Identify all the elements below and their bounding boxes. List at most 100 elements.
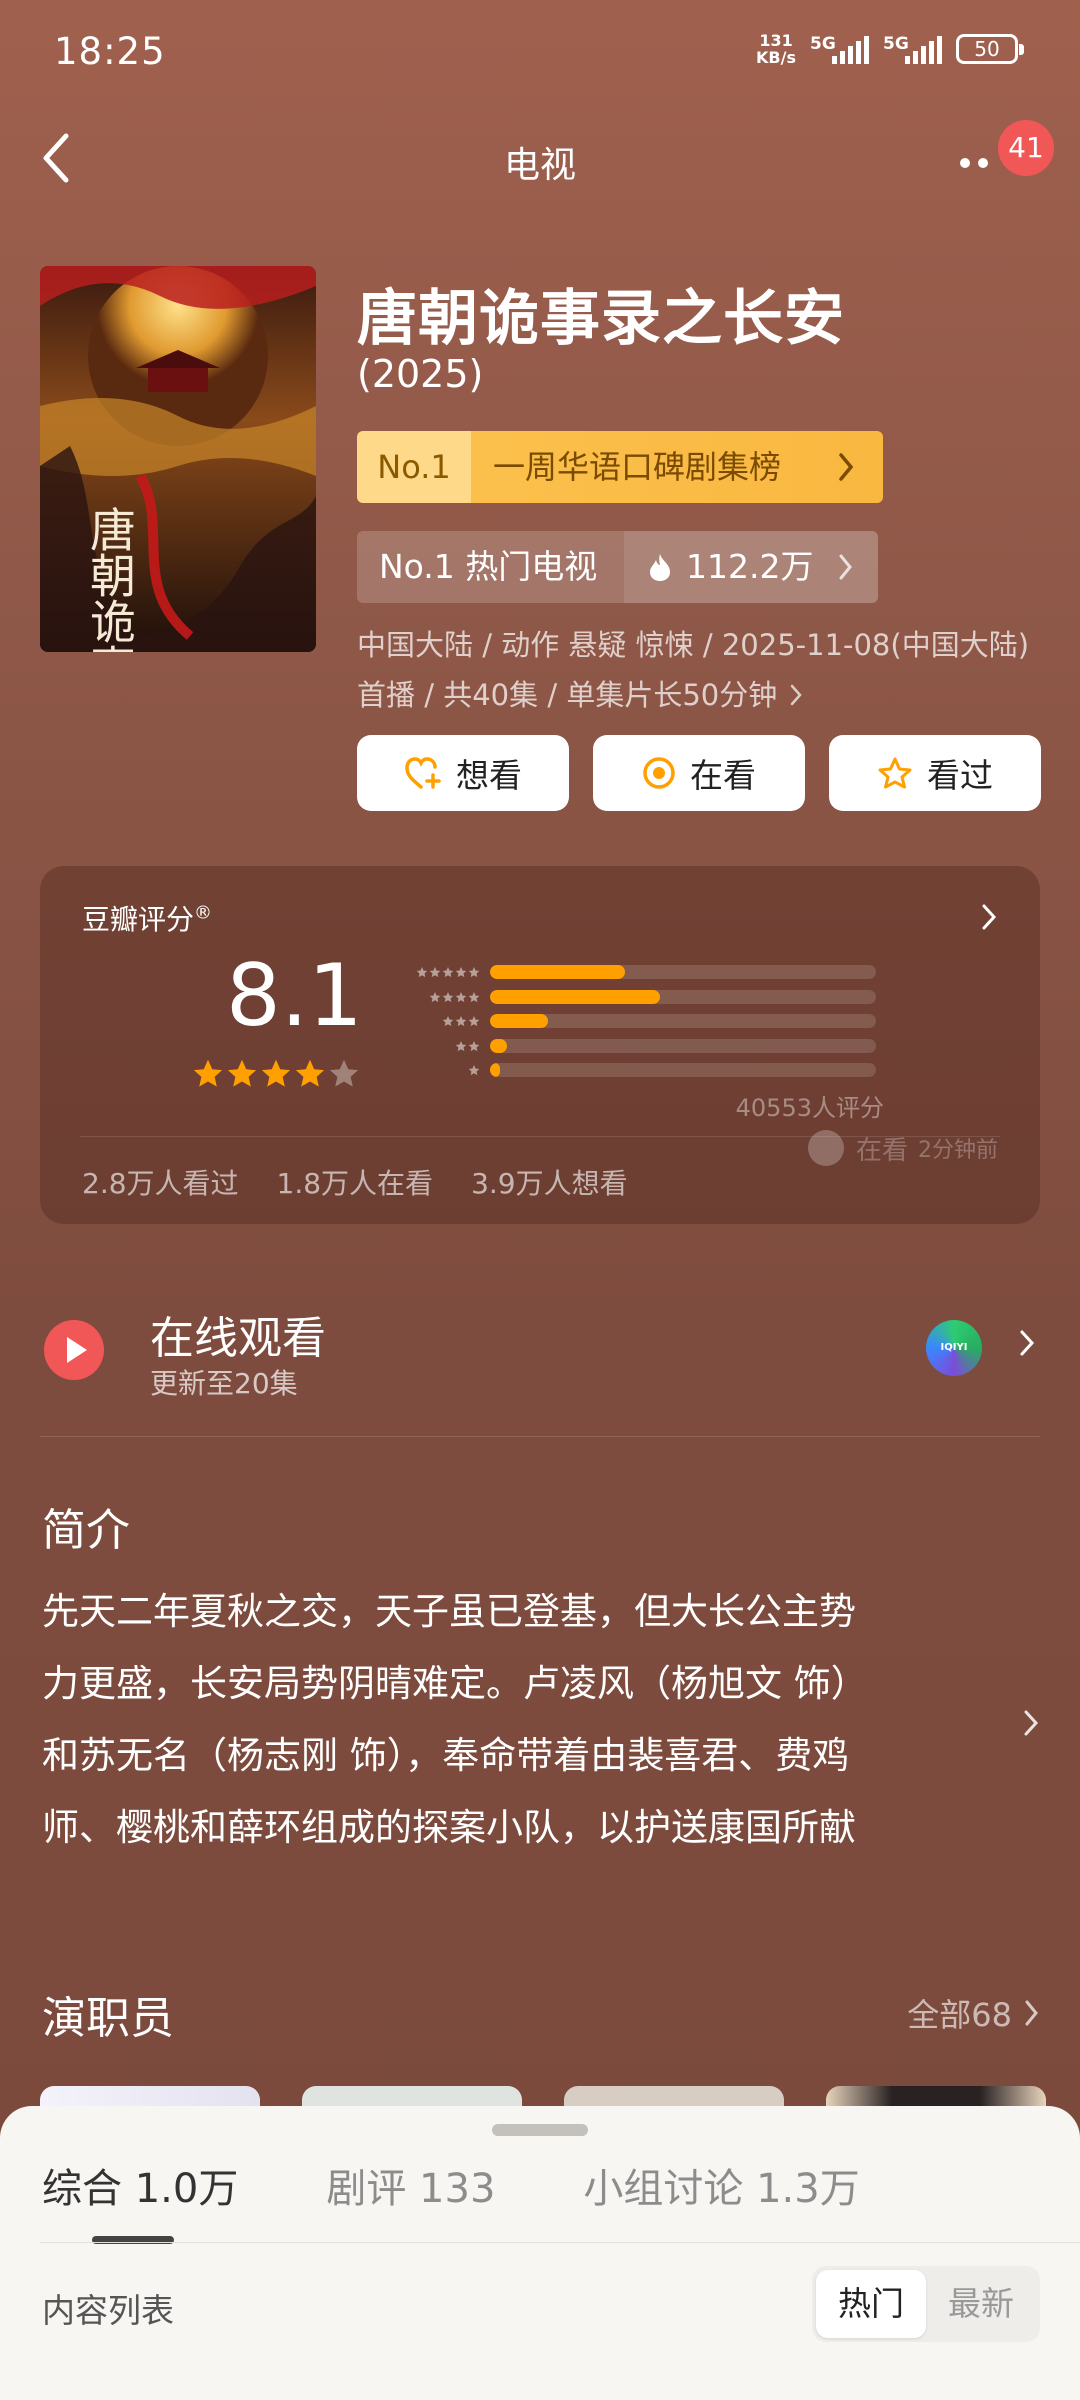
rating-card[interactable]: 豆瓣评分® 8.1 40553人评分 在看 2分钟前 2.8万人看过 1.8万人…	[40, 866, 1040, 1224]
rating-label: 豆瓣评分®	[82, 902, 213, 936]
star-small-icon	[455, 991, 467, 1002]
status-icons: 131 KB/s 5G 5G 50	[756, 31, 1024, 67]
net-speed: 131 KB/s	[756, 31, 796, 67]
rating-dist-row	[392, 985, 876, 1010]
rating-dist-row	[392, 1058, 876, 1083]
dist-bar	[490, 1014, 548, 1029]
movie-meta[interactable]: 中国大陆 / 动作 悬疑 惊悚 / 2025-11-08(中国大陆) 首播 / …	[357, 620, 1057, 720]
intro-title: 简介	[42, 1505, 130, 1556]
sort-toggle: 热门 最新	[812, 2266, 1040, 2342]
online-watch-subtitle: 更新至20集	[150, 1367, 298, 1400]
dist-stars	[392, 1064, 490, 1076]
drag-handle[interactable]	[492, 2124, 588, 2136]
status-time: 18:25	[54, 30, 166, 73]
star-small-icon	[429, 967, 441, 978]
want-to-watch-button[interactable]: 想看	[357, 735, 569, 811]
sort-hot-option[interactable]: 热门	[816, 2270, 926, 2338]
poster-image[interactable]: 唐朝诡事录	[40, 266, 316, 652]
rating-dist-row	[392, 1034, 876, 1059]
online-watch-row[interactable]: 在线观看 更新至20集 IQIYI	[40, 1290, 1040, 1430]
sort-new-option[interactable]: 最新	[926, 2270, 1036, 2338]
star-filled-icon	[295, 1059, 325, 1087]
rating-dist-row	[392, 960, 876, 985]
target-icon	[643, 757, 675, 789]
dist-bar	[490, 1063, 500, 1078]
rating-count: 40553人评分	[735, 1094, 884, 1122]
star-small-icon	[455, 1040, 467, 1051]
star-outline-icon	[878, 757, 912, 789]
flame-icon	[650, 554, 670, 581]
friend-watching-hint: 在看 2分钟前	[806, 1128, 998, 1168]
dist-track	[490, 989, 876, 1004]
rating-stars	[192, 1058, 360, 1088]
heart-plus-icon	[405, 757, 441, 789]
star-empty-icon	[329, 1059, 359, 1087]
star-filled-icon	[227, 1059, 257, 1087]
cast-title: 演职员	[42, 1993, 174, 2044]
chevron-right-icon	[1025, 2000, 1038, 2026]
stat-want: 3.9万人想看	[471, 1167, 628, 1200]
chevron-right-icon	[790, 684, 802, 706]
intro-text[interactable]: 先天二年夏秋之交，天子虽已登基，但大长公主势 力更盛，长安局势阴晴难定。卢凌风（…	[42, 1576, 962, 1864]
dist-stars	[392, 966, 490, 978]
star-small-icon	[468, 991, 480, 1002]
star-small-icon	[442, 1016, 454, 1027]
star-small-icon	[468, 1065, 480, 1076]
dist-bar	[490, 965, 626, 980]
dist-track	[490, 1038, 876, 1053]
notification-badge[interactable]: 41	[998, 120, 1054, 176]
movie-title: 唐朝诡事录之长安	[357, 284, 845, 354]
star-small-icon	[468, 967, 480, 978]
signal-icon: 5G	[810, 34, 869, 64]
svg-text:唐朝诡事录: 唐朝诡事录	[83, 506, 137, 652]
star-small-icon	[455, 967, 467, 978]
chevron-right-icon	[839, 554, 852, 580]
signal-icon: 5G	[883, 34, 942, 64]
star-filled-icon	[193, 1059, 223, 1087]
movie-year: (2025)	[357, 352, 484, 396]
sheet-tabs: 综合 1.0万 剧评 133 小组讨论 1.3万	[42, 2156, 860, 2214]
star-small-icon	[416, 967, 428, 978]
star-small-icon	[468, 1016, 480, 1027]
chevron-right-icon[interactable]	[980, 902, 998, 932]
chevron-right-icon	[1020, 1330, 1035, 1356]
chevron-right-icon	[839, 453, 854, 481]
status-bar: 18:25 131 KB/s 5G 5G 50	[0, 0, 1080, 110]
weekly-rank-badge[interactable]: No.1 一周华语口碑剧集榜	[357, 431, 883, 503]
dist-stars	[392, 1040, 490, 1052]
watching-button[interactable]: 在看	[593, 735, 805, 811]
rating-distribution	[392, 960, 876, 1083]
content-list-label: 内容列表	[42, 2291, 174, 2330]
rating-score: 8.1	[226, 946, 363, 1046]
divider	[40, 2242, 1080, 2243]
dist-bar	[490, 989, 660, 1004]
more-icon[interactable]	[960, 158, 988, 168]
tab-overall[interactable]: 综合 1.0万	[42, 2156, 238, 2214]
dist-stars	[392, 1015, 490, 1027]
rating-dist-row	[392, 1009, 876, 1034]
dist-track	[490, 1014, 876, 1029]
star-small-icon	[442, 991, 454, 1002]
page-title: 电视	[503, 145, 576, 186]
bottom-sheet: 综合 1.0万 剧评 133 小组讨论 1.3万 内容列表 热门 最新	[0, 2106, 1080, 2400]
dist-bar	[490, 1038, 508, 1053]
meta-line: 首播 / 共40集 / 单集片长50分钟	[357, 670, 1057, 720]
watched-button[interactable]: 看过	[829, 735, 1041, 811]
hot-rank-badge[interactable]: No.1 热门电视 112.2万	[357, 531, 878, 603]
tab-group-discussion[interactable]: 小组讨论 1.3万	[583, 2156, 859, 2214]
iqiyi-logo-icon: IQIYI	[926, 1320, 982, 1376]
chevron-right-icon[interactable]	[1022, 1708, 1040, 1738]
cast-all-link[interactable]: 全部68	[907, 1990, 1040, 2036]
nav-bar: 电视 41	[0, 120, 1080, 200]
star-small-icon	[429, 991, 441, 1002]
dist-track	[490, 1063, 876, 1078]
avatar-icon	[807, 1130, 844, 1166]
online-watch-title: 在线观看	[150, 1313, 326, 1364]
star-small-icon	[455, 1016, 467, 1027]
stat-watched: 2.8万人看过	[82, 1167, 239, 1200]
tab-reviews[interactable]: 剧评 133	[326, 2156, 495, 2214]
star-small-icon	[468, 1040, 480, 1051]
star-small-icon	[442, 967, 454, 978]
watch-stats: 2.8万人看过 1.8万人在看 3.9万人想看	[82, 1162, 628, 1202]
stat-watching: 1.8万人在看	[276, 1167, 434, 1200]
